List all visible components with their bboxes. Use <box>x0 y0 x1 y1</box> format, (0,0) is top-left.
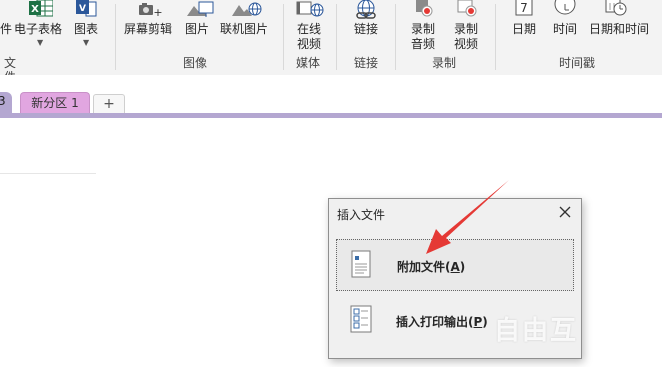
group-label-links: 链接 <box>353 56 378 70</box>
time-button[interactable] <box>553 0 577 16</box>
file-button-label-partial[interactable]: 件 <box>0 22 12 37</box>
spreadsheet-button[interactable]: X <box>16 0 64 18</box>
online-video-label-line2: 视频 <box>296 37 321 51</box>
record-video-icon <box>457 0 477 17</box>
group-label-images: 图像 <box>182 56 207 70</box>
attach-file-accesskey: A <box>450 260 460 274</box>
group-separator <box>115 4 116 70</box>
screen-clip-button[interactable]: + <box>130 0 166 18</box>
date-time-button[interactable] <box>600 0 630 16</box>
ribbon: 件 文件 X 电子表格 ▼ V 图表 ▼ + 屏幕剪辑 <box>0 0 662 84</box>
record-audio-label-line2: 音频 <box>410 37 435 51</box>
svg-text:V: V <box>79 4 86 14</box>
group-separator <box>283 4 284 70</box>
link-button[interactable] <box>350 0 382 20</box>
record-audio-label-line1: 录制 <box>410 22 435 36</box>
online-video-button-label[interactable]: 在线 视频 <box>296 22 322 52</box>
link-button-label[interactable]: 链接 <box>354 22 378 37</box>
online-video-label-line1: 在线 <box>296 22 321 36</box>
record-audio-button-label[interactable]: 录制 音频 <box>410 22 436 52</box>
link-icon <box>356 0 376 19</box>
calendar-icon: 7 <box>515 0 533 16</box>
time-button-label[interactable]: 时间 <box>553 22 577 37</box>
record-audio-button[interactable] <box>410 0 438 18</box>
date-button-label[interactable]: 日期 <box>512 22 536 37</box>
camera-icon: + <box>139 3 163 18</box>
picture-button[interactable] <box>184 0 216 18</box>
group-separator <box>495 4 496 70</box>
picture-icon <box>187 1 214 17</box>
section-tab-current-label: 3 <box>0 94 6 108</box>
group-separator <box>336 4 337 70</box>
picture-button-label[interactable]: 图片 <box>185 22 209 37</box>
date-button[interactable]: 7 <box>512 0 536 16</box>
online-video-icon <box>296 1 324 17</box>
svg-text:X: X <box>31 4 39 15</box>
online-picture-button-label[interactable]: 联机图片 <box>220 22 268 37</box>
group-label-timestamp: 时间戳 <box>558 56 595 70</box>
chart-button[interactable]: V <box>70 0 100 18</box>
insert-printout-label: 插入打印输出(P) <box>396 313 488 330</box>
spreadsheet-button-label[interactable]: 电子表格 <box>14 22 62 37</box>
record-video-button[interactable] <box>454 0 482 18</box>
online-picture-icon <box>232 2 262 16</box>
attach-file-option[interactable]: 附加文件(A) <box>336 239 574 291</box>
chart-button-label[interactable]: 图表 <box>74 22 98 37</box>
insert-printout-accesskey: P <box>473 315 483 329</box>
calendar-icon-number: 7 <box>520 1 528 15</box>
record-audio-icon <box>416 0 433 17</box>
printout-document-icon <box>350 305 372 333</box>
attach-file-label-text: 附加文件( <box>397 260 451 274</box>
attach-file-label-suffix: ) <box>459 260 466 274</box>
calendar-clock-icon <box>605 0 627 16</box>
watermark-text: 自由互 <box>494 316 579 346</box>
svg-text:+: + <box>153 6 162 18</box>
record-video-label-line2: 视频 <box>453 37 478 51</box>
group-label-recording: 录制 <box>431 56 456 70</box>
dialog-title: 插入文件 <box>337 208 386 222</box>
section-color-bar <box>0 113 662 118</box>
insert-printout-label-text: 插入打印输出( <box>396 315 474 329</box>
record-video-label-line1: 录制 <box>453 22 478 36</box>
close-icon[interactable] <box>557 204 573 220</box>
date-time-button-label[interactable]: 日期和时间 <box>589 22 649 37</box>
attach-file-label: 附加文件(A) <box>397 258 465 275</box>
chart-dropdown-icon[interactable]: ▼ <box>83 38 89 47</box>
spreadsheet-dropdown-icon[interactable]: ▼ <box>37 38 43 47</box>
page-title-underline <box>0 173 96 174</box>
chart-icon: V <box>76 0 97 17</box>
section-tab-current[interactable]: 3 <box>0 92 12 113</box>
group-separator <box>395 4 396 70</box>
screen-clip-button-label[interactable]: 屏幕剪辑 <box>124 22 172 37</box>
record-video-button-label[interactable]: 录制 视频 <box>453 22 479 52</box>
group-label-media: 媒体 <box>295 56 320 70</box>
attach-document-icon <box>351 250 371 278</box>
clock-icon <box>554 0 576 15</box>
add-section-button[interactable]: + <box>93 94 125 113</box>
excel-icon: X <box>29 0 53 17</box>
section-tab-new[interactable]: 新分区 1 <box>20 92 90 113</box>
insert-printout-label-suffix: ) <box>482 315 488 329</box>
online-video-button[interactable] <box>292 0 326 18</box>
online-picture-button[interactable] <box>228 0 264 18</box>
